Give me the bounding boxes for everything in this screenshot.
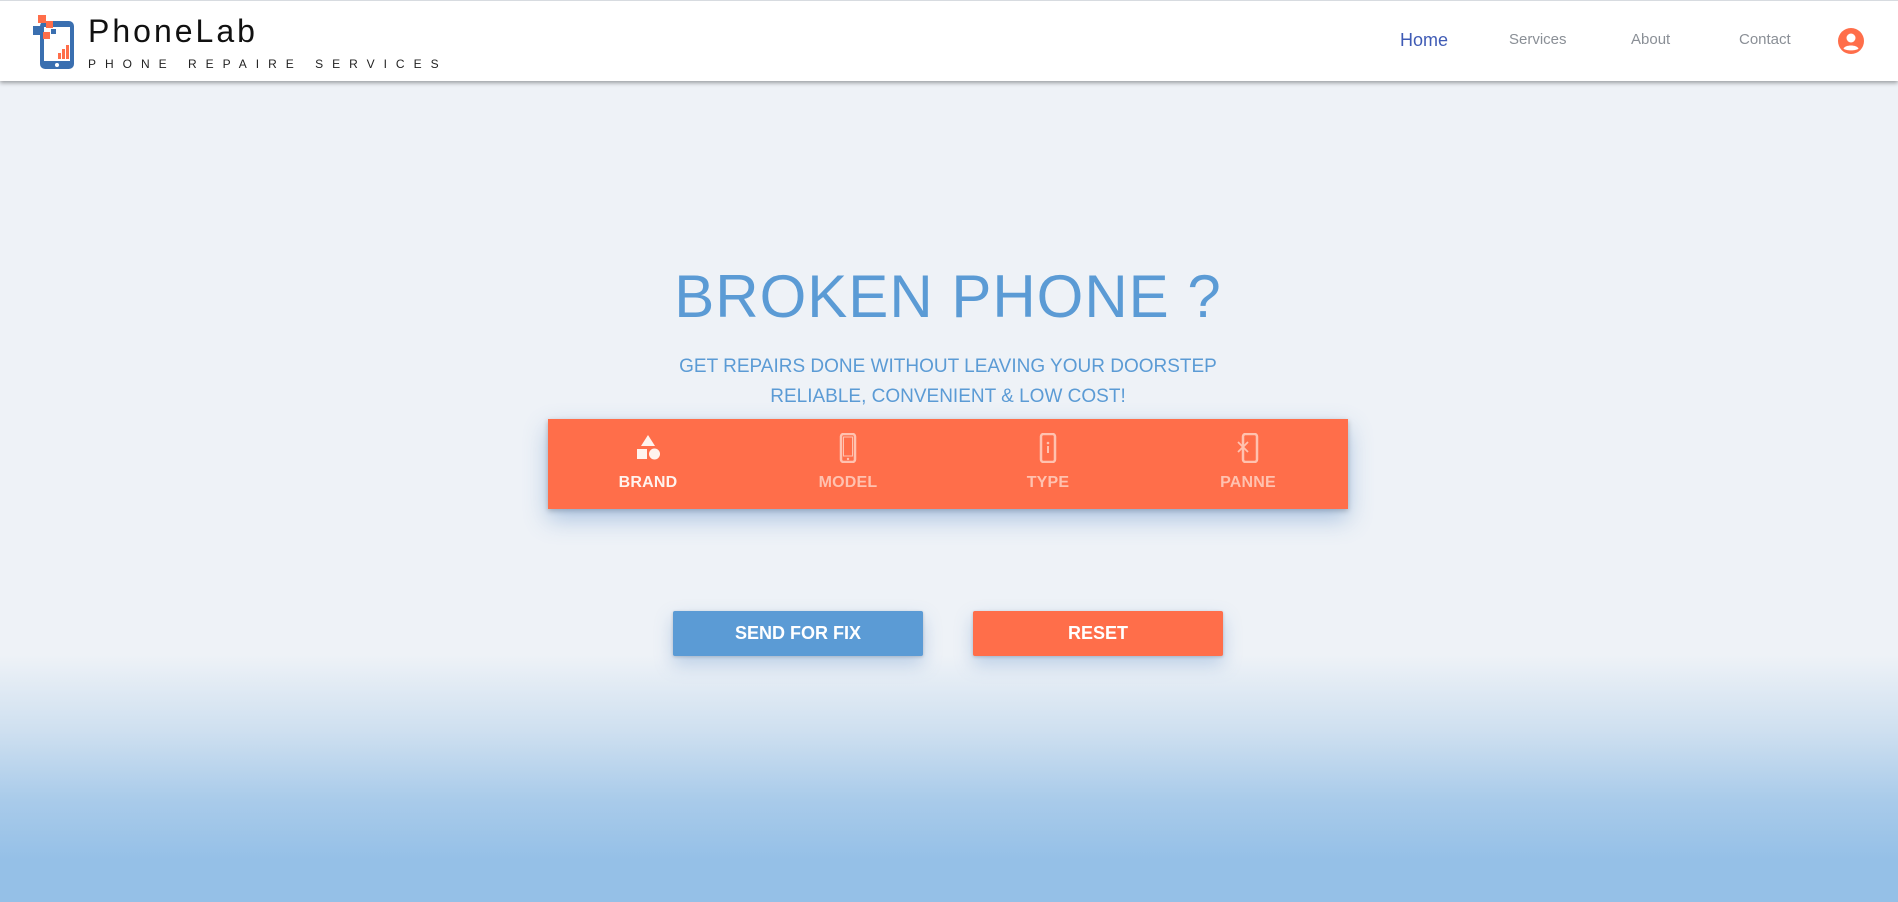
nav-services-link[interactable]: Services — [1509, 31, 1567, 48]
step-panne-label: PANNE — [1220, 474, 1276, 491]
step-type[interactable]: TYPE — [948, 419, 1148, 509]
brand-tagline: PHONE REPAIRE SERVICES — [88, 57, 448, 71]
step-brand[interactable]: BRAND — [548, 419, 748, 509]
send-for-fix-button[interactable]: SEND FOR FIX — [673, 611, 923, 656]
phone-repair-logo-icon[interactable] — [32, 13, 80, 71]
step-brand-label: BRAND — [618, 474, 678, 491]
smartphone-icon — [833, 432, 863, 464]
nav-contact-link[interactable]: Contact — [1739, 31, 1791, 48]
repair-steps-bar: BRAND MODEL TYPE PANNE — [548, 419, 1348, 509]
user-circle-icon[interactable] — [1838, 28, 1864, 54]
broken-phone-icon — [1233, 432, 1263, 464]
step-type-label: TYPE — [1026, 474, 1070, 491]
step-model-label: MODEL — [818, 474, 878, 491]
hero-subtitle-line1: GET REPAIRS DONE WITHOUT LEAVING YOUR DO… — [679, 356, 1217, 377]
brand-name[interactable]: PhoneLab — [88, 13, 258, 50]
nav-home-link[interactable]: Home — [1400, 30, 1448, 51]
reset-button[interactable]: RESET — [973, 611, 1223, 656]
step-panne[interactable]: PANNE — [1148, 419, 1348, 509]
hero-subtitle-line2: RELIABLE, CONVENIENT & LOW COST! — [770, 386, 1126, 407]
step-model[interactable]: MODEL — [748, 419, 948, 509]
phone-info-icon — [1033, 432, 1063, 464]
shapes-icon — [633, 433, 663, 463]
nav-about-link[interactable]: About — [1631, 31, 1670, 48]
top-navbar: PhoneLab PHONE REPAIRE SERVICES Home Ser… — [0, 0, 1898, 81]
hero-title: BROKEN PHONE ? — [674, 263, 1222, 330]
